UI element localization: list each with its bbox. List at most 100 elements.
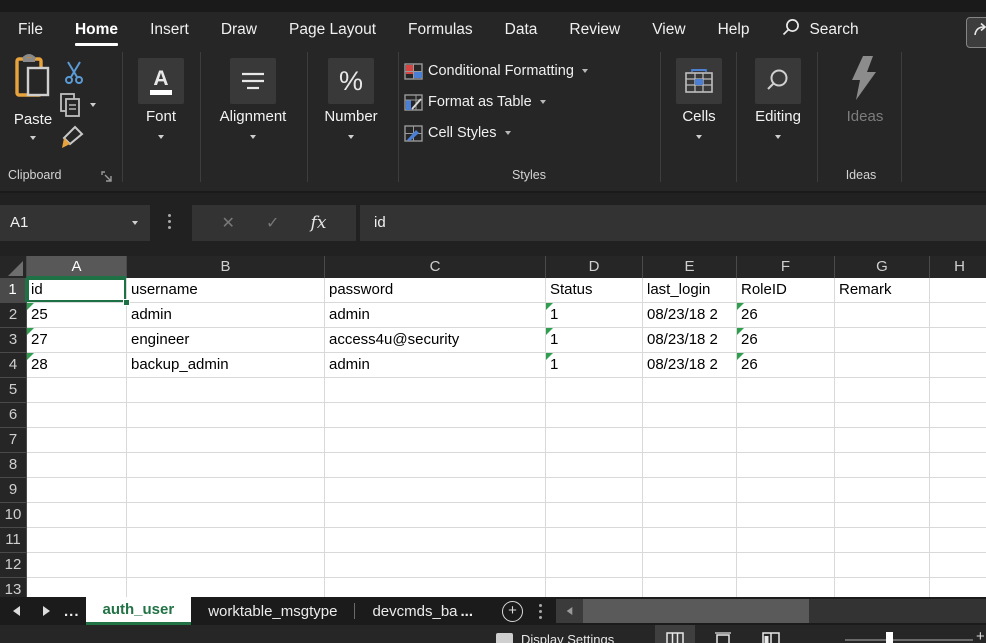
cell-H2[interactable] xyxy=(930,303,986,328)
cell-C9[interactable] xyxy=(325,478,546,503)
cell-C7[interactable] xyxy=(325,428,546,453)
cell-B7[interactable] xyxy=(127,428,325,453)
cell-G7[interactable] xyxy=(835,428,930,453)
cell-G11[interactable] xyxy=(835,528,930,553)
cell-F4[interactable]: 26 xyxy=(737,353,835,378)
cell-A1[interactable]: id xyxy=(27,278,127,303)
font-group-button[interactable]: A xyxy=(138,58,184,104)
cell-B11[interactable] xyxy=(127,528,325,553)
cell-F9[interactable] xyxy=(737,478,835,503)
cell-E6[interactable] xyxy=(643,403,737,428)
cell-B12[interactable] xyxy=(127,553,325,578)
cell-A10[interactable] xyxy=(27,503,127,528)
cell-E7[interactable] xyxy=(643,428,737,453)
cell-E13[interactable] xyxy=(643,578,737,597)
cell-D4[interactable]: 1 xyxy=(546,353,643,378)
cell-G2[interactable] xyxy=(835,303,930,328)
cell-E9[interactable] xyxy=(643,478,737,503)
editing-group-button[interactable] xyxy=(755,58,801,104)
row-header-3[interactable]: 3 xyxy=(0,328,27,353)
cell-E10[interactable] xyxy=(643,503,737,528)
cell-F8[interactable] xyxy=(737,453,835,478)
cell-D11[interactable] xyxy=(546,528,643,553)
cell-C13[interactable] xyxy=(325,578,546,597)
cell-G5[interactable] xyxy=(835,378,930,403)
row-header-7[interactable]: 7 xyxy=(0,428,27,453)
column-header-F[interactable]: F xyxy=(737,256,835,278)
sheet-tab-auth_user[interactable]: auth_user xyxy=(86,597,192,625)
cell-F5[interactable] xyxy=(737,378,835,403)
column-header-A[interactable]: A xyxy=(27,256,127,278)
row-header-12[interactable]: 12 xyxy=(0,553,27,578)
cell-D12[interactable] xyxy=(546,553,643,578)
cell-A2[interactable]: 25 xyxy=(27,303,127,328)
cell-H3[interactable] xyxy=(930,328,986,353)
cell-G12[interactable] xyxy=(835,553,930,578)
ideas-button[interactable] xyxy=(846,54,882,102)
menu-item-file[interactable]: File xyxy=(18,12,43,48)
cell-C12[interactable] xyxy=(325,553,546,578)
column-header-C[interactable]: C xyxy=(325,256,546,278)
cell-C10[interactable] xyxy=(325,503,546,528)
scroll-tabs-left-icon[interactable] xyxy=(13,606,20,616)
sheet-options-icon[interactable] xyxy=(539,604,542,619)
sheet-tab-devcmds[interactable]: devcmds_ba ... xyxy=(355,597,490,625)
menu-item-home[interactable]: Home xyxy=(75,12,118,48)
row-header-6[interactable]: 6 xyxy=(0,403,27,428)
cell-H7[interactable] xyxy=(930,428,986,453)
menu-item-page-layout[interactable]: Page Layout xyxy=(289,12,376,48)
horizontal-scrollbar[interactable] xyxy=(556,599,986,623)
column-header-D[interactable]: D xyxy=(546,256,643,278)
cell-H12[interactable] xyxy=(930,553,986,578)
cell-F2[interactable]: 26 xyxy=(737,303,835,328)
row-header-8[interactable]: 8 xyxy=(0,453,27,478)
cell-A12[interactable] xyxy=(27,553,127,578)
row-header-9[interactable]: 9 xyxy=(0,478,27,503)
cell-F7[interactable] xyxy=(737,428,835,453)
cell-E2[interactable]: 08/23/18 2 xyxy=(643,303,737,328)
cell-H9[interactable] xyxy=(930,478,986,503)
cell-G3[interactable] xyxy=(835,328,930,353)
cell-G9[interactable] xyxy=(835,478,930,503)
formula-input[interactable]: id xyxy=(360,205,986,241)
cell-D1[interactable]: Status xyxy=(546,278,643,303)
row-header-13[interactable]: 13 xyxy=(0,578,27,597)
zoom-in-icon[interactable]: + xyxy=(976,628,985,643)
zoom-slider-thumb[interactable] xyxy=(886,632,893,643)
cell-D9[interactable] xyxy=(546,478,643,503)
display-settings-button[interactable]: Display Settings xyxy=(496,632,614,643)
menu-item-view[interactable]: View xyxy=(652,12,685,48)
cell-A4[interactable]: 28 xyxy=(27,353,127,378)
row-header-5[interactable]: 5 xyxy=(0,378,27,403)
cell-H13[interactable] xyxy=(930,578,986,597)
cell-A8[interactable] xyxy=(27,453,127,478)
menu-item-help[interactable]: Help xyxy=(718,12,750,48)
column-header-E[interactable]: E xyxy=(643,256,737,278)
cell-F11[interactable] xyxy=(737,528,835,553)
menu-item-insert[interactable]: Insert xyxy=(150,12,189,48)
row-header-1[interactable]: 1 xyxy=(0,278,27,303)
cell-C2[interactable]: admin xyxy=(325,303,546,328)
cell-H5[interactable] xyxy=(930,378,986,403)
alignment-group-button[interactable] xyxy=(230,58,276,104)
cell-H4[interactable] xyxy=(930,353,986,378)
cell-B13[interactable] xyxy=(127,578,325,597)
name-box[interactable]: A1 xyxy=(0,205,150,241)
cell-D2[interactable]: 1 xyxy=(546,303,643,328)
menu-item-review[interactable]: Review xyxy=(569,12,620,48)
page-layout-view-button[interactable] xyxy=(703,625,743,643)
cell-D13[interactable] xyxy=(546,578,643,597)
cell-A11[interactable] xyxy=(27,528,127,553)
cell-B4[interactable]: backup_admin xyxy=(127,353,325,378)
row-header-11[interactable]: 11 xyxy=(0,528,27,553)
cell-D8[interactable] xyxy=(546,453,643,478)
cell-C8[interactable] xyxy=(325,453,546,478)
row-header-2[interactable]: 2 xyxy=(0,303,27,328)
cell-C6[interactable] xyxy=(325,403,546,428)
cell-E8[interactable] xyxy=(643,453,737,478)
cell-B2[interactable]: admin xyxy=(127,303,325,328)
menu-search[interactable]: Search xyxy=(781,12,858,48)
row-header-4[interactable]: 4 xyxy=(0,353,27,378)
cell-E4[interactable]: 08/23/18 2 xyxy=(643,353,737,378)
cell-F6[interactable] xyxy=(737,403,835,428)
